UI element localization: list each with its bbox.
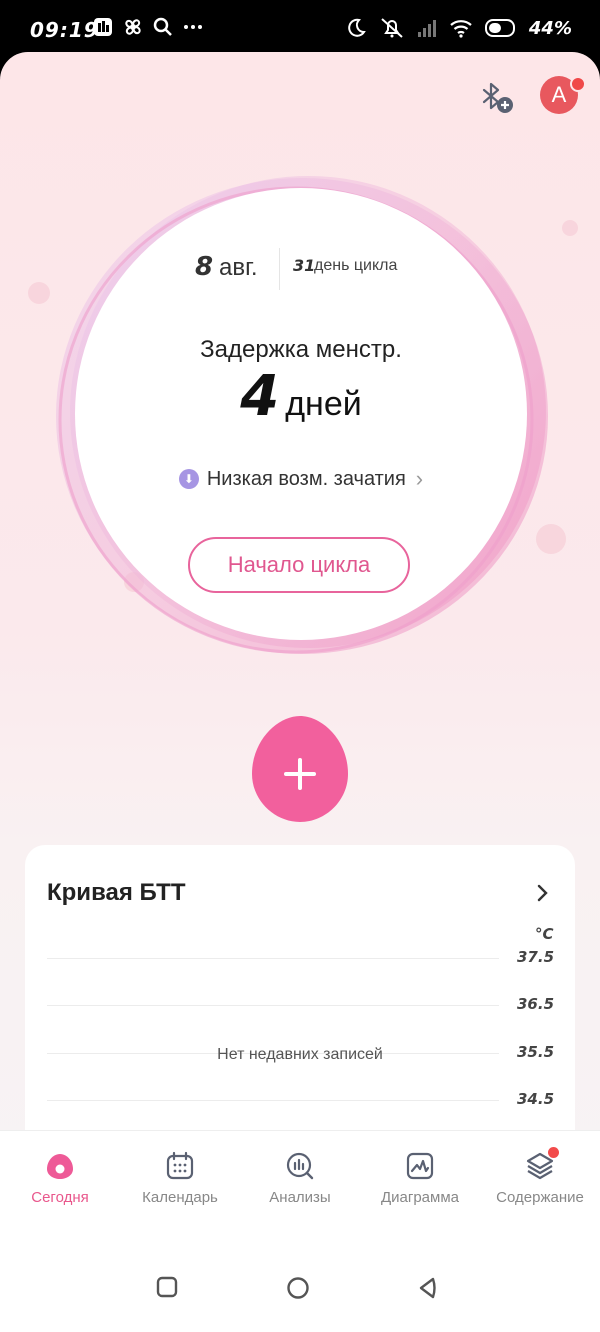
delay-days-unit: дней [285,385,362,423]
wifi-icon [450,20,472,38]
date-day: 8 [195,252,214,282]
y-axis-unit: °C [535,925,554,943]
status-system-icons: 44% [345,16,572,40]
bluetooth-add-icon [482,82,513,113]
empty-state-text: Нет недавних записей [217,1046,383,1063]
tab-chart[interactable]: Диаграмма [360,1151,480,1206]
y-tick-label: 37.5 [517,948,555,966]
conception-chance-text: Низкая возм. зачатия [206,467,406,490]
battery-icon [484,19,515,37]
divider [279,248,280,290]
chevron-right-icon[interactable] [535,883,551,903]
status-time: 09:19 [30,18,99,42]
plus-drop-icon [252,716,348,822]
down-arrow-icon: ⬇ [178,469,199,489]
cycle-summary-circle: 8 авг. 31 день цикла Задержка менстр. 4д… [75,188,527,640]
analysis-icon [286,1152,314,1180]
date-row: 8 авг. 31 день цикла [75,248,527,292]
decor-bubble [28,282,50,304]
app-notification-icon [94,18,112,36]
signal-icon [417,20,436,37]
y-tick-label: 36.5 [517,995,555,1013]
app-screen: A 8 авг. 31 день цикла Задержка менстр. … [0,52,600,1332]
delay-days-number: 4 [240,364,280,429]
card-title: Кривая БТТ [47,879,186,906]
date-month: авг. [219,254,258,281]
calendar-icon [166,1151,194,1180]
chart-icon [406,1152,434,1180]
tab-calendar[interactable]: Календарь [120,1151,240,1206]
tab-label: Сегодня [31,1189,89,1206]
cycle-day-number: 31 [293,256,316,275]
notification-dot [548,1147,559,1158]
tab-analysis[interactable]: Анализы [240,1151,360,1206]
decor-bubble [562,220,578,236]
status-notification-icons [92,16,204,38]
cycle-day-label: день цикла [314,257,398,274]
notification-dot [570,76,586,92]
tab-label: Календарь [142,1189,218,1206]
start-cycle-button[interactable]: Начало цикла [188,537,410,593]
tab-label: Анализы [269,1189,331,1206]
moon-icon [348,18,366,37]
chevron-right-icon: › [415,466,424,491]
tab-content[interactable]: Содержание [480,1147,600,1206]
battery-percent: 44% [528,17,572,39]
status-bar: 09:19 44% [0,0,600,58]
recents-button[interactable] [156,1276,178,1298]
gridline [47,958,499,959]
tab-label: Диаграмма [380,1189,459,1206]
more-icon [184,25,202,29]
search-icon [153,17,172,36]
conception-chance-link[interactable]: ⬇ Низкая возм. зачатия › [75,466,527,492]
home-button[interactable] [286,1276,310,1300]
back-button[interactable] [416,1276,440,1300]
gridline [47,1005,499,1006]
gridline [47,1100,499,1101]
silent-icon [381,18,403,38]
drop-icon [47,1154,73,1179]
tab-label: Содержание [496,1189,584,1206]
bluetooth-add-button[interactable] [476,78,516,118]
y-tick-label: 34.5 [517,1090,555,1108]
fan-icon [125,19,141,35]
add-record-button[interactable] [252,716,348,822]
delay-label: Задержка менстр. [200,336,402,363]
delay-value-row: 4 дней [75,364,527,429]
system-navigation-bar [0,1276,600,1326]
tab-today[interactable]: Сегодня [0,1151,120,1206]
